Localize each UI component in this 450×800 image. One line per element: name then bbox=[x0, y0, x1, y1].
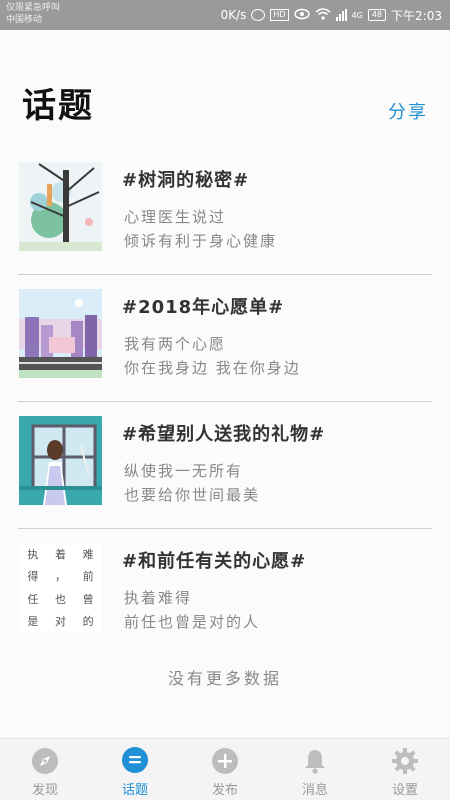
share-button[interactable]: 分享 bbox=[388, 98, 428, 124]
bell-icon bbox=[300, 746, 330, 776]
topic-subtitle-line-2: 前任也曾是对的人 bbox=[124, 613, 261, 631]
calligraphy-char: 得 bbox=[27, 570, 39, 584]
window-girl-illustration-thumbnail bbox=[19, 416, 102, 505]
tab-label: 发布 bbox=[211, 783, 238, 798]
calligraphy-char: 的 bbox=[82, 614, 94, 628]
tab-publish[interactable]: 发布 bbox=[180, 739, 270, 800]
plus-icon bbox=[210, 746, 240, 776]
topic-item-tree-hole[interactable]: #树洞的秘密# 心理医生说过 倾诉有利于身心健康 bbox=[18, 148, 432, 275]
calligraphy-char: 任 bbox=[27, 592, 39, 606]
calligraphy-text-thumbnail: 执 着 难得 ， 前任 也 曾是 对 的 bbox=[19, 543, 102, 632]
topic-title: #树洞的秘密# bbox=[122, 170, 250, 191]
compass-icon bbox=[30, 746, 60, 776]
calligraphy-char: ， bbox=[54, 570, 66, 584]
signal-icon bbox=[335, 9, 347, 21]
carrier-info: 仅限紧急呼叫 中国移动 bbox=[6, 2, 60, 26]
calligraphy-char: 是 bbox=[27, 614, 39, 628]
tab-label: 发现 bbox=[31, 783, 58, 798]
topic-subtitle-line-1: 执着难得 bbox=[124, 589, 193, 607]
signal-4g-label: 4G bbox=[351, 10, 363, 20]
topic-item-gift-wish[interactable]: #希望别人送我的礼物# 纵使我一无所有 也要给你世间最美 bbox=[18, 402, 432, 529]
status-bar: 仅限紧急呼叫 中国移动 0K/s HD 4G 48 下午2:03 bbox=[0, 0, 450, 30]
topic-item-2018-wishlist[interactable]: #2018年心愿单# 我有两个心愿 你在我身边 我在你身边 bbox=[18, 275, 432, 402]
battery-icon: 48 bbox=[367, 9, 387, 21]
tab-messages[interactable]: 消息 bbox=[270, 739, 360, 800]
alarm-icon bbox=[251, 9, 266, 21]
topic-subtitle-line-1: 心理医生说过 bbox=[124, 208, 227, 226]
chat-icon bbox=[120, 746, 150, 776]
no-more-data-text: 没有更多数据 bbox=[167, 669, 282, 688]
topic-title: #2018年心愿单# bbox=[122, 297, 285, 318]
calligraphy-char: 也 bbox=[54, 592, 66, 606]
bottom-tab-bar: 发现 话题 发布 消息 设置 bbox=[0, 738, 450, 800]
tree-illustration-thumbnail bbox=[19, 162, 102, 251]
gear-icon bbox=[390, 746, 420, 776]
topic-list: #树洞的秘密# 心理医生说过 倾诉有利于身心健康 #2018年心愿单# 我有两个… bbox=[18, 148, 432, 656]
calligraphy-char: 曾 bbox=[82, 592, 94, 606]
tab-label: 设置 bbox=[391, 783, 418, 798]
carrier-line-1: 仅限紧急呼叫 bbox=[6, 3, 61, 13]
calligraphy-char: 着 bbox=[54, 548, 66, 562]
topic-subtitle-line-2: 倾诉有利于身心健康 bbox=[124, 232, 278, 250]
topic-item-ex-wish[interactable]: 执着难得，前任也曾是对的 #和前任有关的心愿# 执着难得 前任也曾是对的人 bbox=[18, 529, 432, 656]
calligraphy-char: 对 bbox=[54, 614, 66, 628]
hd-icon: HD bbox=[270, 9, 289, 21]
calligraphy-char: 执 bbox=[27, 548, 39, 562]
page-title: 话题 bbox=[22, 86, 94, 126]
wifi-icon bbox=[315, 7, 331, 23]
tab-label: 话题 bbox=[121, 783, 148, 798]
city-illustration-thumbnail bbox=[19, 289, 102, 378]
calligraphy-char: 难 bbox=[82, 548, 94, 562]
topic-subtitle-line-2: 你在我身边 我在你身边 bbox=[124, 359, 301, 377]
topic-title: #和前任有关的心愿# bbox=[122, 551, 307, 572]
topic-title: #希望别人送我的礼物# bbox=[122, 424, 326, 445]
tab-topics[interactable]: 话题 bbox=[90, 739, 180, 800]
carrier-line-2: 中国移动 bbox=[6, 15, 43, 25]
net-speed: 0K/s bbox=[220, 8, 247, 22]
eye-icon bbox=[293, 8, 310, 23]
calligraphy-char: 前 bbox=[82, 570, 94, 584]
topic-subtitle-line-1: 我有两个心愿 bbox=[124, 335, 227, 353]
tab-discover[interactable]: 发现 bbox=[0, 739, 90, 800]
topic-subtitle-line-1: 纵使我一无所有 bbox=[124, 462, 244, 480]
tab-settings[interactable]: 设置 bbox=[360, 739, 450, 800]
tab-label: 消息 bbox=[301, 783, 328, 798]
topic-subtitle-line-2: 也要给你世间最美 bbox=[124, 486, 261, 504]
clock: 下午2:03 bbox=[391, 8, 442, 23]
